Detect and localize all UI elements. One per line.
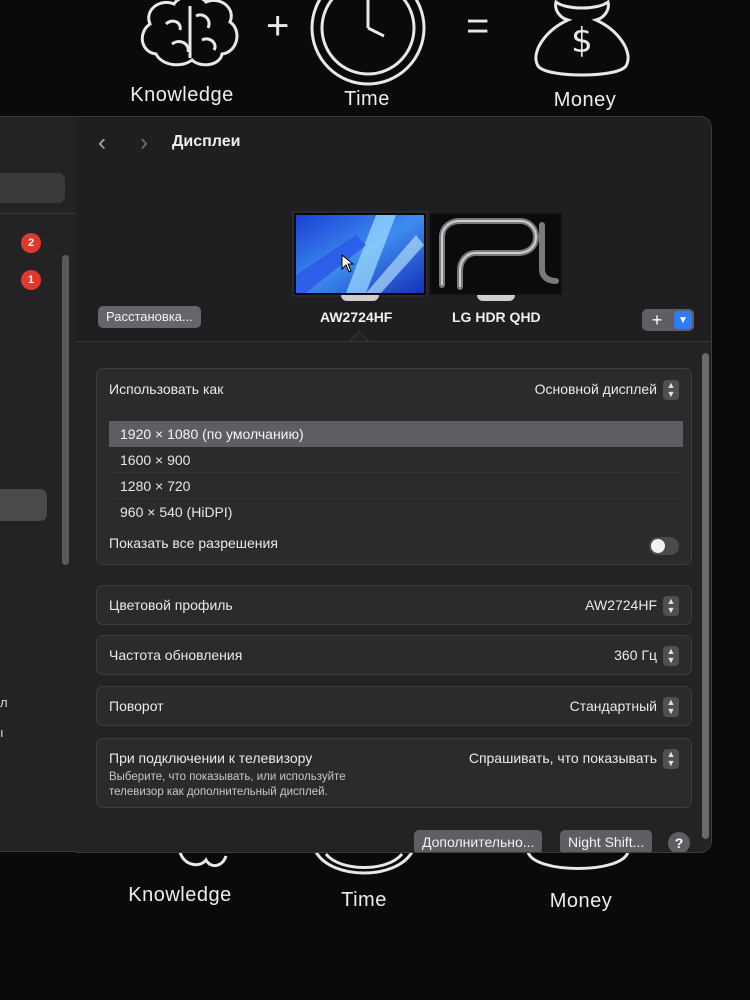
sidebar-item-selected[interactable] [0, 489, 47, 521]
wallpaper-thumbnail [432, 215, 560, 293]
rotation-label: Поворот [109, 698, 164, 714]
money-bag-icon [526, 852, 630, 870]
sidebar-scrollbar[interactable] [62, 255, 69, 565]
stepper-icon[interactable]: ▲ ▼ [663, 380, 679, 400]
brain-icon [140, 0, 239, 67]
clock-icon [310, 0, 426, 86]
add-display-menu[interactable]: + ▼ [642, 309, 694, 331]
toggle-knob [651, 539, 665, 553]
content-scrollbar[interactable] [702, 353, 709, 839]
stepper-icon[interactable]: ▲ ▼ [663, 596, 679, 616]
rotation-row: Поворот Стандартный ▲ ▼ [96, 686, 692, 726]
use-as-label: Использовать как [109, 381, 224, 397]
brain-icon [178, 852, 228, 867]
chevron-down-icon[interactable]: ▼ [674, 311, 692, 329]
tv-connection-value[interactable]: Спрашивать, что показывать [469, 750, 657, 766]
svg-text:$: $ [571, 21, 593, 61]
wallpaper-caption-money: Money [553, 89, 617, 111]
stepper-icon[interactable]: ▲ ▼ [663, 646, 679, 666]
refresh-rate-value[interactable]: 360 Гц [614, 647, 657, 663]
sidebar-item-fragment[interactable]: л [0, 695, 8, 710]
titlebar: ‹ › Дисплеи [76, 117, 711, 169]
display-arrangement: AW2724HF LG HDR QHD Расстановка... + ▼ [76, 169, 711, 341]
resolution-option[interactable]: 1280 × 720 [109, 473, 683, 499]
night-shift-button[interactable]: Night Shift... [560, 830, 653, 852]
displays-settings-window: ‹ › Дисплеи AW2724HF LG HDR QHD Расстано… [76, 116, 712, 853]
show-all-resolutions-toggle[interactable] [649, 537, 679, 555]
resolution-option[interactable]: 1600 × 900 [109, 447, 683, 473]
stepper-icon[interactable]: ▲ ▼ [663, 749, 679, 769]
notification-badge: 2 [21, 233, 41, 253]
money-bag-icon: $ [534, 0, 630, 77]
color-profile-value[interactable]: AW2724HF [585, 597, 657, 613]
clock-icon [314, 852, 414, 875]
display-name-aw2724hf: AW2724HF [320, 309, 393, 325]
wallpaper-caption-knowledge: Knowledge [130, 84, 234, 106]
sidebar-search-field[interactable] [0, 173, 65, 203]
wallpaper-thumbnail [296, 215, 424, 293]
wallpaper-caption-knowledge: Knowledge [128, 884, 232, 906]
tv-connection-row: При подключении к телевизору Выберите, ч… [96, 738, 692, 808]
tv-connection-description: Выберите, что показывать, или используйт… [109, 771, 346, 783]
sidebar-item-fragment[interactable]: ı [0, 725, 4, 740]
resolution-option[interactable]: 1920 × 1080 (по умолчанию) [109, 421, 683, 447]
show-all-resolutions-label: Показать все разрешения [109, 535, 278, 551]
rotation-value[interactable]: Стандартный [570, 698, 657, 714]
color-profile-row: Цветовой профиль AW2724HF ▲ ▼ [96, 585, 692, 625]
resolution-group: Использовать как Основной дисплей ▲ ▼ 192… [96, 368, 692, 565]
display-stand [341, 295, 379, 301]
wallpaper-caption-time: Time [341, 889, 387, 911]
tv-connection-label: При подключении к телевизору [109, 750, 313, 766]
display-thumbnail-aw2724hf[interactable] [294, 213, 426, 295]
refresh-rate-row: Частота обновления 360 Гц ▲ ▼ [96, 635, 692, 675]
help-button[interactable]: ? [668, 832, 690, 852]
display-thumbnail-lg-hdr-qhd[interactable] [430, 213, 562, 295]
add-display-button[interactable]: + [642, 309, 672, 331]
back-arrow-icon[interactable]: ‹ [98, 129, 106, 157]
notification-badge: 1 [21, 270, 41, 290]
resolution-option[interactable]: 960 × 540 (HiDPI) [109, 499, 683, 525]
use-as-value[interactable]: Основной дисплей [535, 381, 657, 397]
advanced-button[interactable]: Дополнительно... [414, 830, 543, 852]
color-profile-label: Цветовой профиль [109, 597, 233, 613]
wallpaper-caption-money: Money [549, 890, 613, 912]
wallpaper-caption-time: Time [344, 88, 390, 110]
tv-connection-description: телевизор как дополнительный дисплей. [109, 786, 328, 798]
arrange-button[interactable]: Расстановка... [98, 306, 201, 328]
forward-arrow-icon[interactable]: › [140, 129, 148, 157]
display-name-lg-hdr-qhd: LG HDR QHD [452, 309, 541, 325]
equals-sign: = [466, 4, 490, 48]
refresh-rate-label: Частота обновления [109, 647, 243, 663]
resolution-list: 1920 × 1080 (по умолчанию) 1600 × 900 12… [109, 421, 683, 525]
stepper-icon[interactable]: ▲ ▼ [663, 697, 679, 717]
page-title: Дисплеи [172, 133, 241, 150]
plus-sign: + [266, 4, 290, 48]
display-stand [477, 295, 515, 301]
sidebar-divider [0, 213, 76, 214]
settings-sidebar: 2 1 л ı [0, 116, 76, 852]
